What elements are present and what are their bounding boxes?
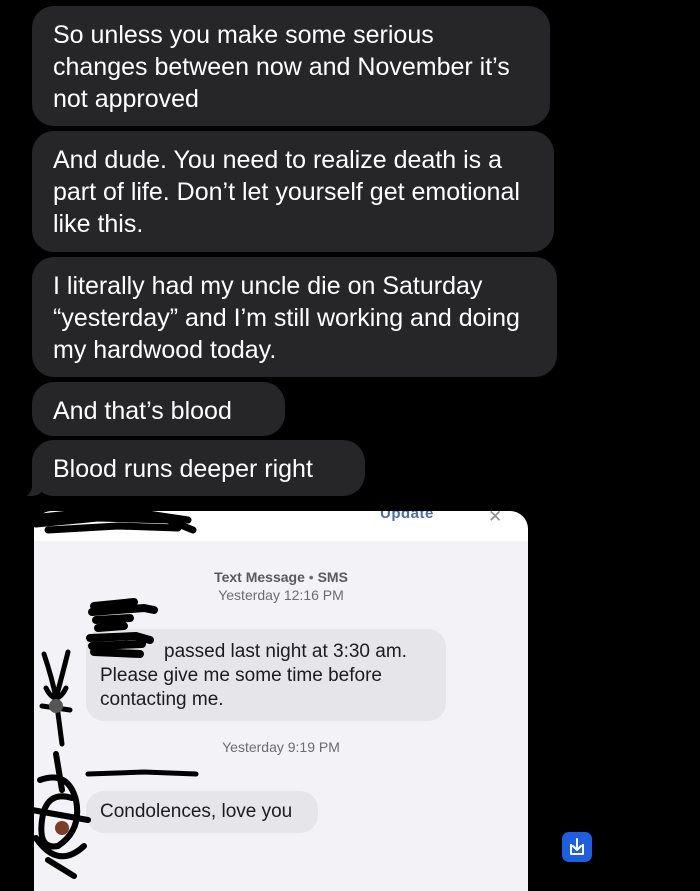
redaction-scribble-sender	[86, 598, 158, 658]
message-text-5: Blood runs deeper right	[53, 455, 313, 483]
redaction-scribble-header	[28, 508, 197, 534]
message-text-2: And dude. You need to realize death is a…	[53, 146, 520, 238]
meta-service: SMS	[317, 569, 348, 585]
redaction-scribble-avatar-2	[29, 751, 91, 879]
meta-time-1: Yesterday 12:16 PM	[218, 587, 344, 603]
embedded-message-text-2: Condolences, love you	[100, 801, 293, 822]
message-text-4: And that’s blood	[53, 397, 232, 425]
message-bubble-5: Blood runs deeper right	[32, 440, 365, 496]
meta-kind: Text Message	[214, 569, 305, 585]
update-button[interactable]: Update	[380, 511, 434, 522]
embedded-message-2: Condolences, love you	[86, 791, 318, 833]
share-download-button[interactable]	[562, 832, 592, 862]
meta-time-2: Yesterday 9:19 PM	[222, 739, 340, 755]
message-text-1: So unless you make some serious changes …	[53, 21, 510, 113]
message-bubble-2: And dude. You need to realize death is a…	[32, 131, 554, 252]
embedded-screenshot: Update ✕ Text Message • SMS Yesterday 12…	[34, 511, 528, 891]
message-text-3: I literally had my uncle die on Saturday…	[53, 272, 520, 364]
redaction-scribble-sender-2	[85, 769, 199, 777]
meta-separator: •	[308, 569, 314, 585]
message-meta-2: Yesterday 9:19 PM	[34, 738, 528, 756]
share-download-icon	[570, 838, 584, 855]
close-icon[interactable]: ✕	[488, 511, 502, 527]
message-bubble-3: I literally had my uncle die on Saturday…	[32, 257, 557, 377]
redaction-scribble-avatar-1	[39, 649, 73, 747]
message-bubble-1: So unless you make some serious changes …	[32, 6, 550, 126]
message-bubble-4: And that’s blood	[32, 382, 285, 436]
